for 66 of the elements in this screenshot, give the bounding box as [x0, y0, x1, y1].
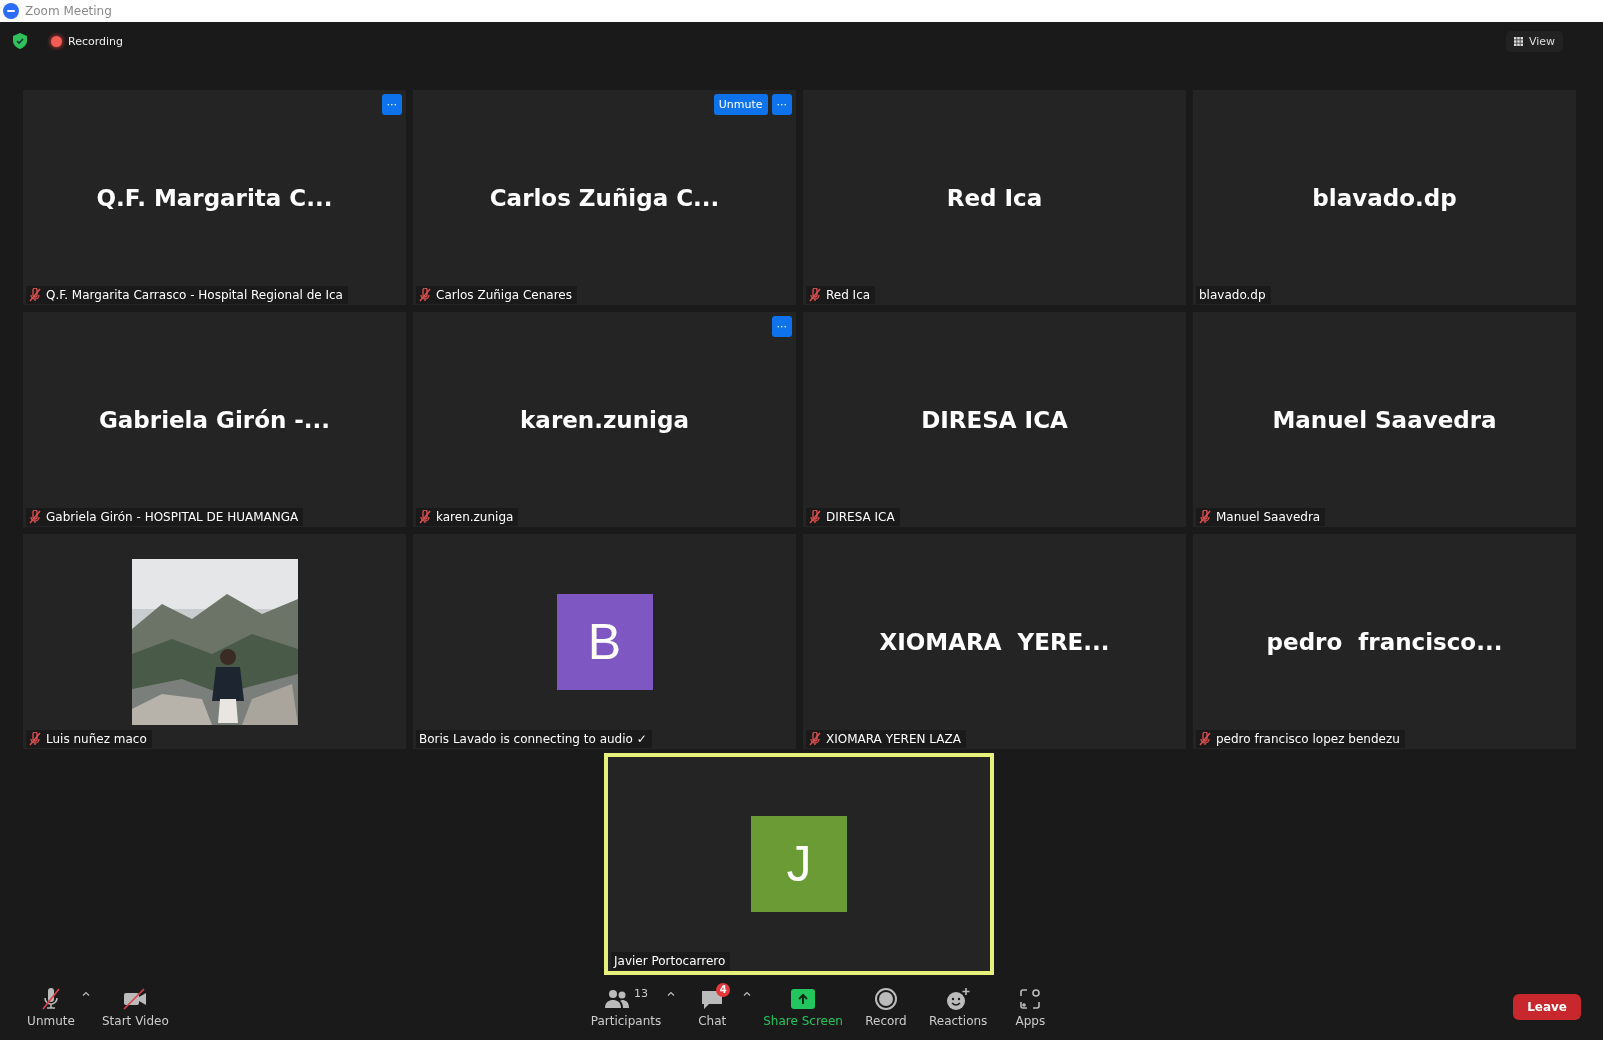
caret-icon[interactable]	[743, 990, 752, 996]
muted-mic-icon	[809, 510, 821, 524]
share-button[interactable]: Share Screen	[757, 984, 849, 1030]
participant-name: DIRESA ICA	[921, 406, 1068, 433]
muted-mic-icon	[29, 510, 41, 524]
apps-button[interactable]: Apps	[999, 984, 1062, 1030]
muted-mic-icon	[1199, 732, 1211, 746]
caret-icon[interactable]	[667, 990, 676, 996]
record-icon	[873, 986, 898, 1011]
participant-name: Carlos Zuñiga C...	[489, 184, 720, 211]
mic-button[interactable]: Unmute	[20, 984, 82, 1030]
record-button[interactable]: Record	[854, 984, 917, 1030]
leave-button[interactable]: Leave	[1513, 994, 1581, 1020]
app-logo-icon	[3, 3, 19, 19]
more-button[interactable]: ···	[381, 94, 402, 115]
participant-name-label: Javier Portocarrero	[614, 954, 726, 968]
muted-mic-icon	[809, 732, 821, 746]
participants-button[interactable]: 13 Participants	[584, 984, 668, 1030]
participant-name-label: DIRESA ICA	[826, 510, 895, 524]
unread-badge: 4	[716, 982, 731, 997]
participant-name-label: Boris Lavado is connecting to audio ✓	[419, 732, 647, 746]
participant-name-label: Carlos Zuñiga Cenares	[436, 288, 572, 302]
muted-mic-icon	[419, 510, 431, 524]
participant-name: Manuel Saavedra	[1272, 406, 1497, 433]
avatar-initial: J	[751, 816, 847, 912]
participant-name: Q.F. Margarita C...	[96, 184, 333, 211]
more-button[interactable]: ···	[771, 316, 792, 337]
recording-indicator: Recording	[68, 34, 124, 48]
unmute-button[interactable]: Unmute	[713, 94, 768, 115]
grid-icon	[1513, 36, 1523, 46]
participant-name-label: Gabriela Girón - HOSPITAL DE HUAMANGA	[46, 510, 299, 524]
muted-mic-icon	[419, 288, 431, 302]
muted-mic-icon	[29, 288, 41, 302]
video-button[interactable]: Start Video	[96, 984, 175, 1030]
more-button[interactable]: ···	[771, 94, 792, 115]
participant-name: Gabriela Girón -...	[98, 406, 331, 433]
participant-name: XIOMARA YERE...	[879, 628, 1110, 655]
smiley-plus-icon	[945, 986, 972, 1011]
window-title: Zoom Meeting	[25, 4, 112, 18]
participant-name-label: Luis nuñez maco	[46, 732, 147, 746]
muted-mic-icon	[1199, 510, 1211, 524]
participant-name: blavado.dp	[1312, 184, 1457, 211]
apps-icon	[1018, 986, 1043, 1011]
participant-name: Red Ica	[946, 184, 1043, 211]
muted-mic-icon	[39, 986, 63, 1011]
participant-name: karen.zuniga	[520, 406, 689, 433]
shield-icon[interactable]	[13, 33, 27, 49]
participant-name-label: Q.F. Margarita Carrasco - Hospital Regional de Ica	[46, 288, 343, 302]
view-button[interactable]: View	[1505, 30, 1563, 52]
video-off-icon	[122, 986, 149, 1011]
muted-mic-icon	[29, 732, 41, 746]
participant-name-label: Manuel Saavedra	[1216, 510, 1321, 524]
muted-mic-icon	[809, 288, 821, 302]
recording-dot-icon	[51, 35, 62, 47]
participant-name-label: karen.zuniga	[436, 510, 514, 524]
caret-icon[interactable]	[82, 990, 90, 996]
chat-button[interactable]: 4 Chat	[681, 984, 744, 1030]
participant-name: pedro francisco...	[1266, 628, 1503, 655]
participant-name-label: pedro francisco lopez bendezu	[1216, 732, 1400, 746]
avatar-initial: B	[556, 593, 653, 690]
participant-count: 13	[634, 986, 648, 1000]
participant-name-label: Red Ica	[826, 288, 871, 302]
people-icon	[604, 988, 630, 1009]
participant-name-label: XIOMARA YEREN LAZA	[826, 732, 961, 746]
reactions-button[interactable]: Reactions	[922, 984, 994, 1030]
participant-name-label: blavado.dp	[1199, 288, 1266, 302]
